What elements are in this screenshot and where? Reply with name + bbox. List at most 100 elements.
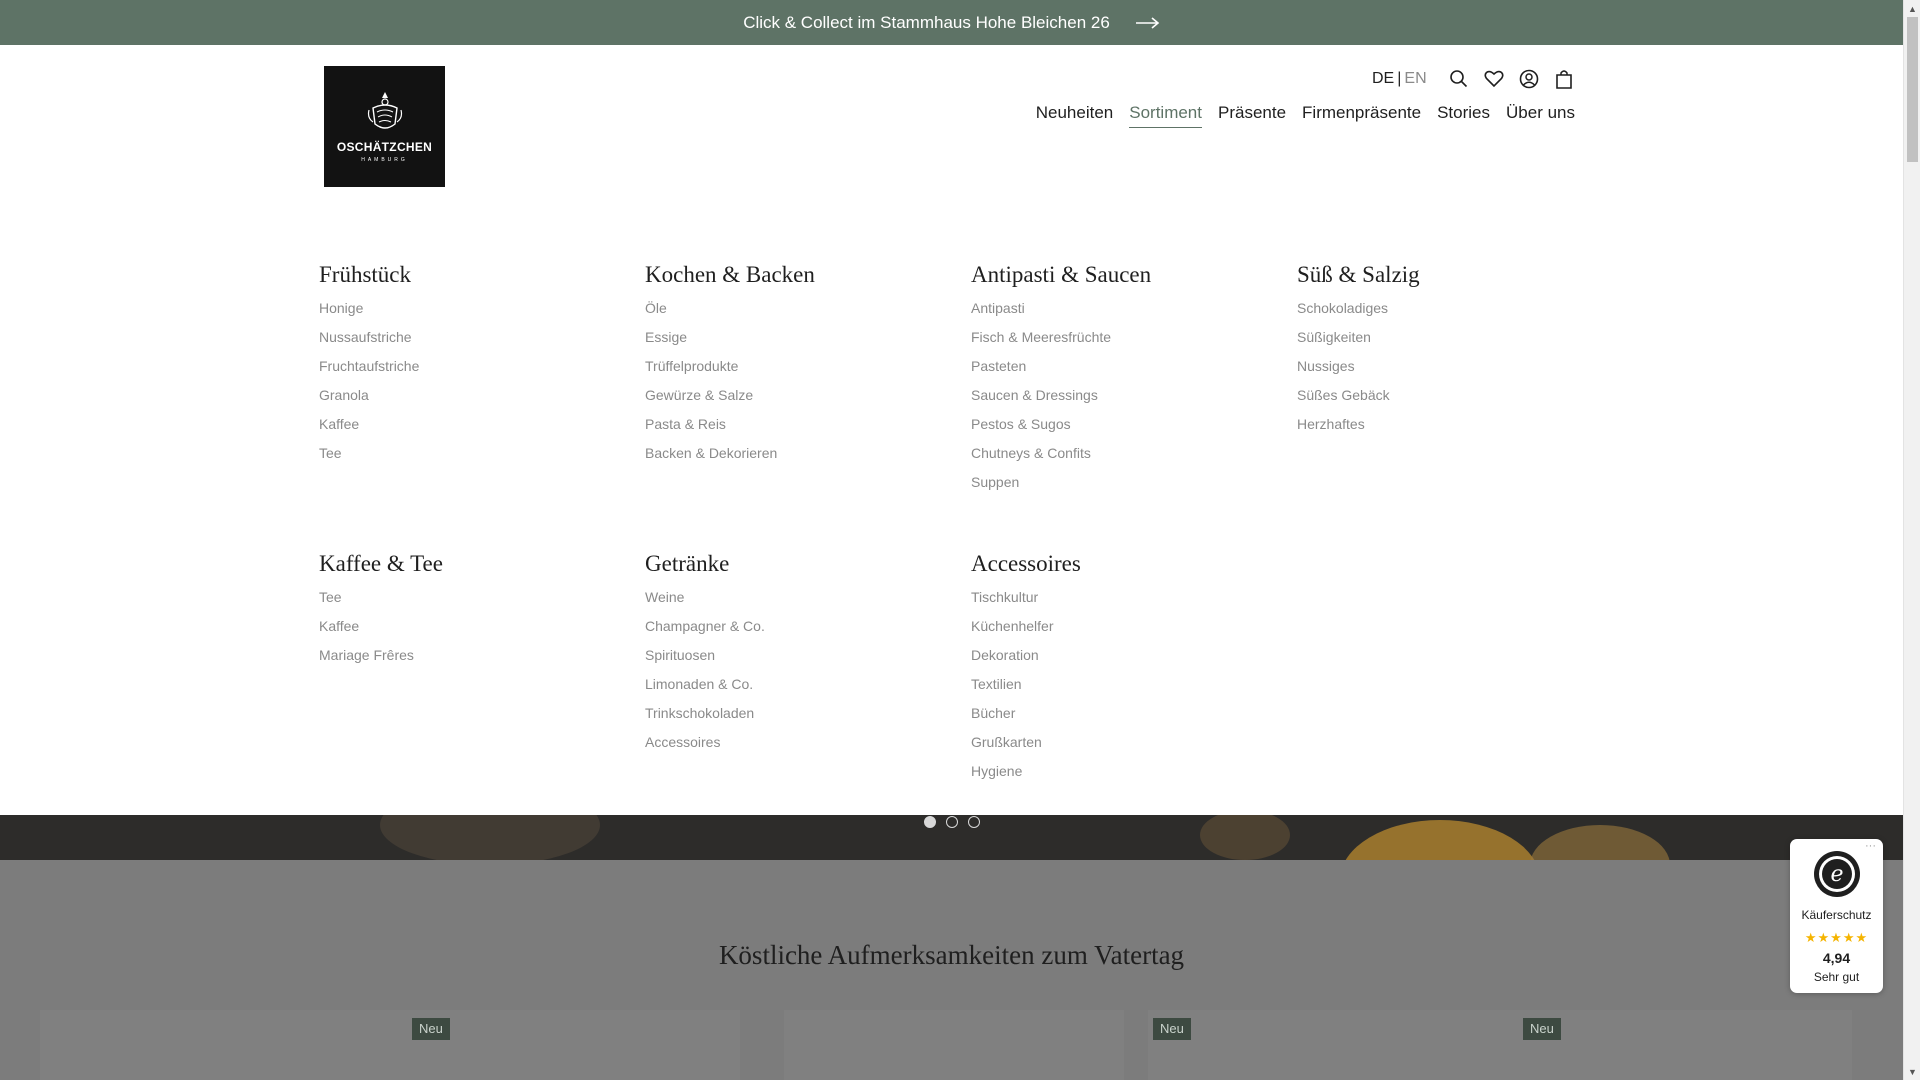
- trusted-shops-badge[interactable]: ··· e Käuferschutz ★★★★★ 4,94 Sehr gut: [1790, 839, 1883, 993]
- menu-link[interactable]: Kaffee: [319, 414, 619, 443]
- menu-link[interactable]: Pestos & Sugos: [971, 414, 1271, 443]
- menu-link[interactable]: Trüffelprodukte: [645, 356, 945, 385]
- rating-verdict: Sehr gut: [1813, 970, 1860, 984]
- product-card[interactable]: [1148, 1010, 1852, 1080]
- nav-item-stories[interactable]: Stories: [1437, 103, 1490, 128]
- menu-link[interactable]: Antipasti: [971, 298, 1271, 327]
- menu-link[interactable]: Accessoires: [645, 732, 945, 761]
- menu-link[interactable]: Pasta & Reis: [645, 414, 945, 443]
- product-card[interactable]: [784, 1010, 1124, 1080]
- carousel-dot[interactable]: [968, 816, 980, 828]
- main-nav: Neuheiten Sortiment Präsente Firmenpräse…: [1036, 103, 1575, 128]
- arrow-right-icon[interactable]: [1135, 16, 1160, 29]
- lang-de[interactable]: DE: [1372, 70, 1394, 88]
- menu-link[interactable]: Hygiene: [971, 761, 1271, 790]
- menu-link[interactable]: Textilien: [971, 674, 1271, 703]
- menu-link[interactable]: Saucen & Dressings: [971, 385, 1271, 414]
- menu-link[interactable]: Tee: [319, 587, 619, 616]
- nav-item-praesente[interactable]: Präsente: [1218, 103, 1286, 128]
- scroll-down-icon[interactable]: ▼: [1904, 1063, 1920, 1080]
- trust-label: Käuferschutz: [1801, 908, 1872, 922]
- menu-link[interactable]: Tischkultur: [971, 587, 1271, 616]
- menu-link[interactable]: Herzhaftes: [1297, 414, 1597, 443]
- language-switch: DE | EN: [1372, 70, 1427, 88]
- carousel-dot[interactable]: [946, 816, 958, 828]
- nav-item-firmenpraesente[interactable]: Firmenpräsente: [1302, 103, 1421, 128]
- menu-link[interactable]: Kaffee: [319, 616, 619, 645]
- menu-column-fruehstueck: Frühstück Honige Nussaufstriche Fruchtau…: [319, 260, 619, 472]
- menu-link[interactable]: Schokoladiges: [1297, 298, 1597, 327]
- menu-link[interactable]: Gewürze & Salze: [645, 385, 945, 414]
- menu-column-title[interactable]: Getränke: [645, 549, 945, 579]
- rating-score: 4,94: [1822, 950, 1851, 966]
- nav-item-ueber-uns[interactable]: Über uns: [1506, 103, 1575, 128]
- bag-icon[interactable]: [1553, 68, 1574, 89]
- lang-en[interactable]: EN: [1404, 70, 1426, 88]
- header: OSCHÄTZCHEN HAMBURG DE | EN Neuheiten So…: [0, 45, 1903, 815]
- product-card[interactable]: [40, 1010, 740, 1080]
- menu-link[interactable]: Bücher: [971, 703, 1271, 732]
- menu-link[interactable]: Suppen: [971, 472, 1271, 501]
- new-badge: Neu: [1523, 1018, 1561, 1040]
- menu-link[interactable]: Fruchtaufstriche: [319, 356, 619, 385]
- menu-link[interactable]: Chutneys & Confits: [971, 443, 1271, 472]
- menu-link[interactable]: Pasteten: [971, 356, 1271, 385]
- menu-column-title[interactable]: Kaffee & Tee: [319, 549, 619, 579]
- menu-link[interactable]: Granola: [319, 385, 619, 414]
- logo-brand: OSCHÄTZCHEN: [336, 140, 433, 154]
- svg-text:e: e: [1830, 862, 1843, 887]
- featured-section: Köstliche Aufmerksamkeiten zum Vatertag …: [0, 860, 1903, 1080]
- menu-link[interactable]: Fisch & Meeresfrüchte: [971, 327, 1271, 356]
- account-icon[interactable]: [1518, 68, 1539, 89]
- menu-column-title[interactable]: Accessoires: [971, 549, 1271, 579]
- page-scrollbar[interactable]: ▲ ▼: [1903, 0, 1920, 1080]
- menu-link[interactable]: Küchenhelfer: [971, 616, 1271, 645]
- menu-link[interactable]: Nussaufstriche: [319, 327, 619, 356]
- search-icon[interactable]: [1448, 68, 1469, 89]
- menu-link[interactable]: Trinkschokoladen: [645, 703, 945, 732]
- menu-link[interactable]: Süßes Gebäck: [1297, 385, 1597, 414]
- carousel-dots: [924, 815, 980, 829]
- menu-link[interactable]: Dekoration: [971, 645, 1271, 674]
- section-title: Köstliche Aufmerksamkeiten zum Vatertag: [718, 940, 1185, 970]
- menu-link[interactable]: Backen & Dekorieren: [645, 443, 945, 472]
- menu-link[interactable]: Limonaden & Co.: [645, 674, 945, 703]
- brand-logo[interactable]: OSCHÄTZCHEN HAMBURG: [324, 66, 445, 187]
- menu-link[interactable]: Nussiges: [1297, 356, 1597, 385]
- menu-link[interactable]: Tee: [319, 443, 619, 472]
- menu-column-accessoires: Accessoires Tischkultur Küchenhelfer Dek…: [971, 549, 1271, 790]
- menu-column-getraenke: Getränke Weine Champagner & Co. Spirituo…: [645, 549, 945, 761]
- header-tools: [1448, 68, 1574, 89]
- nav-item-neuheiten[interactable]: Neuheiten: [1036, 103, 1114, 128]
- nav-item-sortiment[interactable]: Sortiment: [1129, 103, 1202, 128]
- menu-column-title[interactable]: Kochen & Backen: [645, 260, 945, 290]
- announcement-text[interactable]: Click & Collect im Stammhaus Hohe Bleich…: [743, 13, 1110, 33]
- menu-column-title[interactable]: Frühstück: [319, 260, 619, 290]
- menu-link[interactable]: Honige: [319, 298, 619, 327]
- heart-icon[interactable]: [1483, 68, 1504, 89]
- scroll-up-icon[interactable]: ▲: [1904, 0, 1920, 17]
- menu-link[interactable]: Mariage Frêres: [319, 645, 619, 674]
- menu-link[interactable]: Grußkarten: [971, 732, 1271, 761]
- menu-link[interactable]: Essige: [645, 327, 945, 356]
- hero-shape: [1200, 815, 1290, 860]
- announcement-bar[interactable]: Click & Collect im Stammhaus Hohe Bleich…: [0, 0, 1903, 45]
- menu-column-title[interactable]: Antipasti & Saucen: [971, 260, 1271, 290]
- lang-separator: |: [1397, 70, 1402, 87]
- trust-seal-icon: e: [1813, 851, 1860, 897]
- menu-link[interactable]: Öle: [645, 298, 945, 327]
- menu-link[interactable]: Champagner & Co.: [645, 616, 945, 645]
- crest-icon: [367, 92, 402, 129]
- more-icon[interactable]: ···: [1865, 840, 1876, 852]
- logo-city: HAMBURG: [361, 157, 408, 163]
- hero-shape: [1340, 820, 1540, 860]
- menu-link[interactable]: Süßigkeiten: [1297, 327, 1597, 356]
- scrollbar-thumb[interactable]: [1907, 17, 1918, 162]
- rating-stars: ★★★★★: [1804, 930, 1869, 945]
- menu-column-antipasti-saucen: Antipasti & Saucen Antipasti Fisch & Mee…: [971, 260, 1271, 501]
- menu-column-kaffee-tee: Kaffee & Tee Tee Kaffee Mariage Frêres: [319, 549, 619, 674]
- carousel-dot[interactable]: [924, 816, 936, 828]
- menu-link[interactable]: Spirituosen: [645, 645, 945, 674]
- menu-column-title[interactable]: Süß & Salzig: [1297, 260, 1597, 290]
- menu-link[interactable]: Weine: [645, 587, 945, 616]
